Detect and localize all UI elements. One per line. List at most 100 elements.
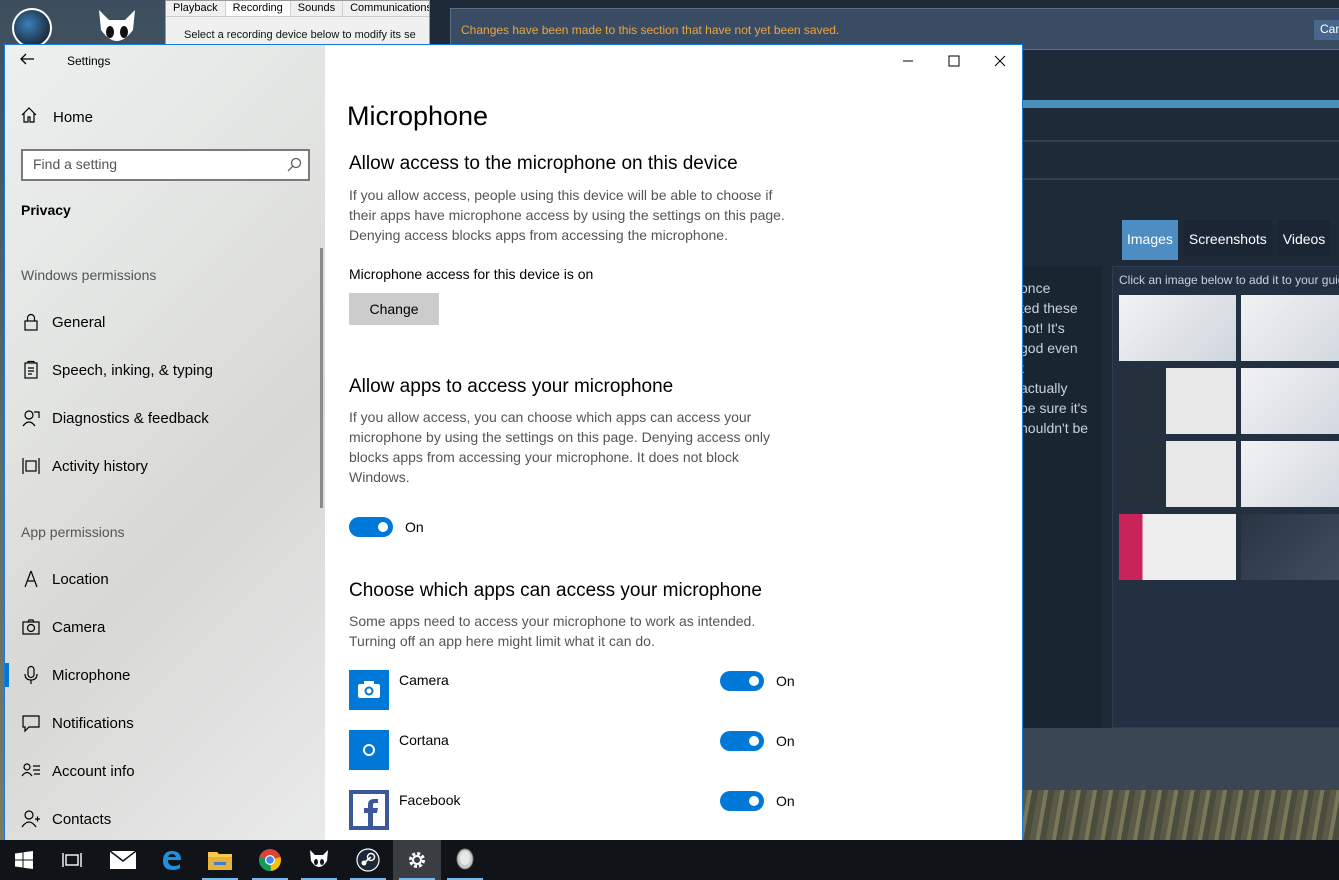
minimize-icon[interactable] [885,45,931,77]
account-info-icon [21,761,41,781]
nav-item-activity-history[interactable]: Activity history [5,446,320,486]
chrome-icon[interactable] [246,840,294,880]
close-icon[interactable] [977,45,1022,77]
steam-tab-videos[interactable]: Videos [1277,220,1331,256]
guide-text-line: houldn't be [1020,420,1089,436]
sound-dialog: Playback Recording Sounds Communications… [165,0,430,46]
gallery-thumbnail[interactable] [1119,295,1236,361]
nav-item-notifications[interactable]: Notifications [5,703,320,743]
facebook-app-icon [349,790,389,830]
guide-text-line: not! It's [1020,320,1065,336]
nav-item-label: Microphone [52,666,131,684]
nav-item-speech[interactable]: Speech, inking, & typing [5,350,320,390]
diagnostics-icon [21,408,41,428]
steam-footer [1022,728,1339,790]
gallery-hint: Click an image below to add it to your g… [1119,273,1339,287]
app-title: Settings [67,54,111,68]
choose-apps-description: Some apps need to access your microphone… [349,613,756,649]
guide-text-line: once [1020,280,1051,296]
taskbar [0,840,1339,880]
nav-item-account-info[interactable]: Account info [5,751,320,791]
nav-item-label: Speech, inking, & typing [52,361,213,379]
nav-item-microphone[interactable]: Microphone [5,655,320,695]
toggle-label: On [776,733,795,749]
back-arrow-icon[interactable] [19,51,39,71]
microphone-icon [21,665,41,685]
nav-item-label: Diagnostics & feedback [52,409,209,427]
facebook-access-toggle[interactable] [720,791,764,811]
nav-item-label: Account info [52,762,135,780]
nav-item-label: Camera [52,618,106,636]
unsaved-changes-text: Changes have been made to this section t… [461,23,840,37]
title-bar: Settings [5,45,325,77]
activity-history-icon [21,456,41,476]
steam-divider [1022,178,1339,180]
alien-desktop-icon[interactable] [95,8,139,48]
toggle-label: On [776,673,795,689]
settings-icon[interactable] [393,840,441,880]
mail-icon[interactable] [99,840,147,880]
settings-window: Settings Home Privacy Windows permission… [4,44,1023,841]
nav-item-contacts[interactable]: Contacts [5,799,320,839]
settings-nav-pane: Settings Home Privacy Windows permission… [5,45,325,840]
apps-access-description: If you allow access, you can choose whic… [349,409,771,485]
search-box[interactable] [21,149,310,181]
toggle-knob [749,796,759,806]
change-button[interactable]: Change [349,293,439,325]
nav-item-diagnostics[interactable]: Diagnostics & feedback [5,398,320,438]
steam-cancel-button[interactable]: Cancel [1314,20,1339,40]
nav-item-general[interactable]: General [5,302,320,342]
steam-accent-stripe [1022,100,1339,108]
toggle-knob [749,736,759,746]
contacts-icon [21,809,41,829]
camera-access-toggle[interactable] [720,671,764,691]
cortana-app-icon [349,730,389,770]
apps-access-toggle[interactable] [349,517,393,537]
start-icon[interactable] [0,840,48,880]
gallery-thumbnail[interactable] [1119,441,1236,507]
edge-icon[interactable] [148,840,196,880]
file-explorer-icon[interactable] [196,840,244,880]
gallery-thumbnail[interactable] [1241,295,1339,361]
steam-tab-images[interactable]: Images [1122,220,1178,260]
steam-image-gallery: Click an image below to add it to your g… [1112,266,1339,728]
app-name: Cortana [399,732,449,748]
steam-desktop-icon[interactable] [12,8,64,48]
alien-app-icon[interactable] [295,840,343,880]
sound-tab-sounds[interactable]: Sounds [291,1,344,16]
settings-content: Microphone Allow access to the microphon… [325,45,1022,840]
cortana-access-toggle[interactable] [720,731,764,751]
gallery-thumbnail[interactable] [1241,368,1339,434]
nav-item-label: General [52,313,106,331]
nav-home[interactable]: Home [19,105,93,129]
apps-access-toggle-label: On [405,519,424,535]
toggle-knob [749,676,759,686]
sound-tab-recording[interactable]: Recording [225,1,291,16]
guide-text-line: be sure it's [1020,400,1088,416]
nav-item-camera[interactable]: Camera [5,607,320,647]
search-input[interactable] [33,156,273,172]
clipboard-icon [21,360,41,380]
microphone-app-icon[interactable] [441,840,489,880]
app-permissions-heading: App permissions [21,524,125,540]
steam-tab-screenshots[interactable]: Screenshots [1183,220,1272,256]
windows-permissions-heading: Windows permissions [21,267,157,283]
sound-tab-playback[interactable]: Playback [166,1,226,16]
toggle-knob [378,522,388,532]
gallery-thumbnail[interactable] [1119,368,1236,434]
nav-item-location[interactable]: Location [5,559,320,599]
home-label: Home [53,108,94,126]
sound-tab-communications[interactable]: Communications [343,1,429,16]
nav-scrollbar[interactable] [320,248,323,508]
gallery-thumbnail[interactable] [1241,441,1339,507]
app-name: Camera [399,672,449,688]
steam-icon[interactable] [344,840,392,880]
steam-guide-text: once ted these not! It's god even t actu… [1020,278,1088,438]
gallery-thumbnail[interactable] [1241,514,1339,580]
sound-instruction: Select a recording device below to modif… [184,29,416,41]
search-icon[interactable] [286,157,302,173]
maximize-icon[interactable] [931,45,977,77]
task-view-icon[interactable] [48,840,96,880]
camera-icon [21,617,41,637]
gallery-thumbnail[interactable] [1119,514,1236,580]
